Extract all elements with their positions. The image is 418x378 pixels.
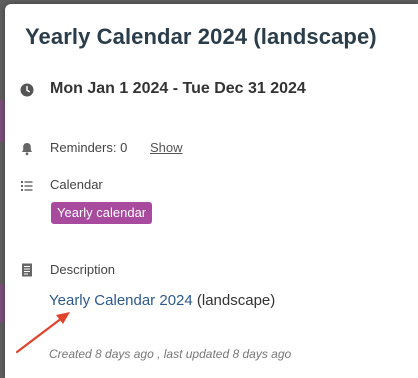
clock-icon	[19, 82, 35, 98]
calendar-label: Calendar	[50, 177, 103, 192]
description-text: Yearly Calendar 2024 (landscape)	[49, 292, 275, 309]
calendar-badge[interactable]: Yearly calendar	[51, 202, 153, 224]
bell-icon	[19, 141, 35, 157]
reminders-count: Reminders: 0	[50, 140, 128, 155]
description-suffix: (landscape)	[192, 292, 276, 309]
event-date-range: Mon Jan 1 2024 - Tue Dec 31 2024	[50, 80, 306, 97]
show-reminders-link[interactable]: Show	[150, 140, 183, 155]
description-link[interactable]: Yearly Calendar 2024	[49, 292, 193, 309]
event-title: Yearly Calendar 2024 (landscape)	[25, 24, 377, 49]
event-meta-timestamps: Created 8 days ago , last updated 8 days…	[49, 347, 292, 361]
description-label: Description	[50, 262, 116, 277]
event-details-popup: Yearly Calendar 2024 (landscape) Mon Jan…	[5, 4, 418, 378]
document-icon	[19, 262, 35, 278]
list-icon	[19, 178, 35, 194]
